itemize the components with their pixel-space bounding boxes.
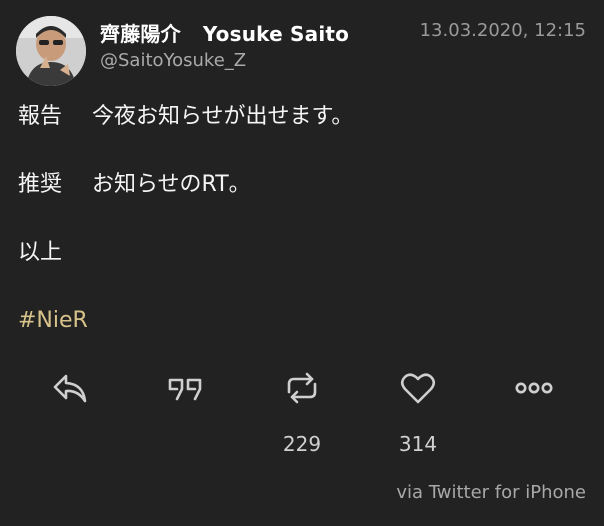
retweet-icon: [287, 372, 317, 404]
reply-button[interactable]: [48, 366, 92, 410]
profile-photo-icon: [16, 16, 86, 86]
body-line-recommend: 推奨 お知らせのRT。: [18, 170, 588, 200]
heart-icon: [400, 373, 436, 404]
action-bar: [0, 366, 604, 410]
timestamp: 13.03.2020, 12:15: [419, 20, 586, 41]
like-count: 314: [398, 432, 438, 456]
tweet-detail: 齊藤陽介 Yosuke Saito @SaitoYosuke_Z 13.03.20…: [0, 0, 604, 526]
recommend-label: 推奨: [18, 172, 63, 197]
like-button[interactable]: [396, 366, 440, 410]
engagement-counts: 229 314: [0, 432, 604, 458]
report-label: 報告: [18, 104, 63, 129]
display-name[interactable]: 齊藤陽介 Yosuke Saito: [100, 18, 349, 47]
retweet-button[interactable]: [280, 366, 324, 410]
hashtag-link[interactable]: #NieR: [18, 306, 588, 336]
tweet-body: 報告 今夜お知らせが出せます。 推奨 お知らせのRT。 以上 #NieR: [18, 102, 588, 336]
user-handle[interactable]: @SaitoYosuke_Z: [100, 50, 246, 71]
recommend-text: お知らせのRT。: [92, 172, 251, 197]
more-icon: [515, 382, 553, 394]
report-text: 今夜お知らせが出せます。: [92, 104, 354, 129]
tweet-source: via Twitter for iPhone: [396, 482, 586, 503]
quote-icon: [168, 378, 202, 401]
retweet-count: 229: [282, 432, 322, 456]
more-button[interactable]: [512, 366, 556, 410]
display-name-jp: 齊藤陽介: [100, 22, 181, 46]
avatar[interactable]: [16, 16, 86, 86]
body-line-report: 報告 今夜お知らせが出せます。: [18, 102, 588, 132]
display-name-en: Yosuke Saito: [202, 22, 350, 46]
body-line-end: 以上: [18, 240, 63, 265]
quote-button[interactable]: [164, 366, 208, 410]
reply-icon: [53, 374, 87, 403]
